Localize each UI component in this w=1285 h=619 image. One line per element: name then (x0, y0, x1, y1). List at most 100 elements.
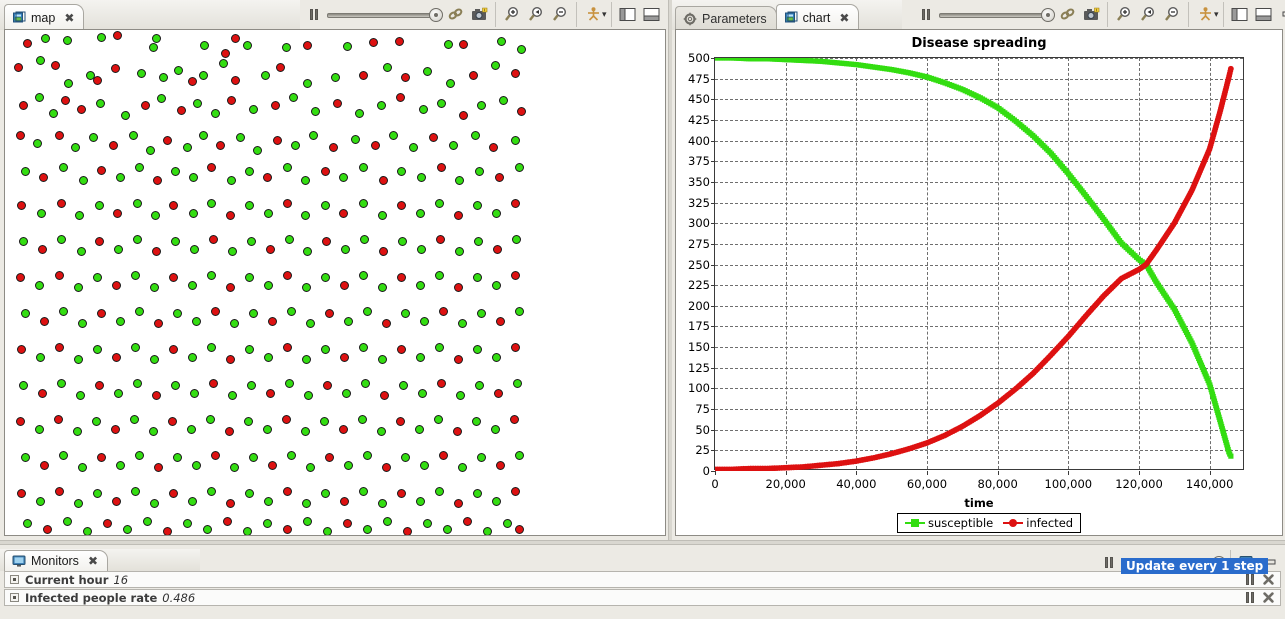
agent-dot[interactable] (416, 497, 425, 506)
agent-dot[interactable] (435, 199, 444, 208)
agent-dot[interactable] (219, 59, 228, 68)
agent-dot[interactable] (495, 173, 504, 182)
agent-dot[interactable] (358, 415, 367, 424)
agent-dot[interactable] (325, 453, 334, 462)
agent-dot[interactable] (37, 209, 46, 218)
agent-dot[interactable] (473, 345, 482, 354)
agent-dot[interactable] (359, 271, 368, 280)
agent-dot[interactable] (263, 519, 272, 528)
agent-dot[interactable] (116, 317, 125, 326)
agent-dot[interactable] (303, 247, 312, 256)
close-icon[interactable]: ✖ (64, 11, 74, 25)
agent-dot[interactable] (169, 273, 178, 282)
agent-dot[interactable] (75, 211, 84, 220)
agent-dot[interactable] (517, 107, 526, 116)
agent-dot[interactable] (515, 307, 524, 316)
agent-dot[interactable] (43, 525, 52, 534)
agent-dot[interactable] (247, 237, 256, 246)
agent-dot[interactable] (154, 463, 163, 472)
agent-dot[interactable] (398, 237, 407, 246)
agent-dot[interactable] (189, 173, 198, 182)
agent-dot[interactable] (137, 69, 146, 78)
agent-dot[interactable] (171, 167, 180, 176)
agent-dot[interactable] (417, 245, 426, 254)
agent-dot[interactable] (437, 99, 446, 108)
agent-dot[interactable] (114, 389, 123, 398)
tab-chart[interactable]: chart ✖ (775, 4, 860, 30)
agent-dot[interactable] (494, 389, 503, 398)
agent-dot[interactable] (93, 489, 102, 498)
agent-dot[interactable] (39, 173, 48, 182)
agent-dot[interactable] (21, 453, 30, 462)
agent-dot[interactable] (200, 41, 209, 50)
agent-dot[interactable] (228, 247, 237, 256)
agent-dot[interactable] (78, 463, 87, 472)
agent-dot[interactable] (19, 101, 28, 110)
agent-dot[interactable] (206, 415, 215, 424)
agent-dot[interactable] (287, 451, 296, 460)
agent-dot[interactable] (38, 245, 47, 254)
agent-dot[interactable] (396, 417, 405, 426)
agent-dot[interactable] (19, 237, 28, 246)
map-canvas[interactable] (5, 30, 665, 535)
agent-dot[interactable] (473, 489, 482, 498)
agent-dot[interactable] (190, 245, 199, 254)
agent-dot[interactable] (268, 461, 277, 470)
agent-dot[interactable] (36, 56, 45, 65)
agent-dot[interactable] (515, 163, 524, 172)
agent-dot[interactable] (511, 343, 520, 352)
agent-dot[interactable] (363, 525, 372, 534)
agent-dot[interactable] (96, 99, 105, 108)
agent-dot[interactable] (363, 307, 372, 316)
agent-dot[interactable] (322, 237, 331, 246)
agent-dot[interactable] (477, 453, 486, 462)
layout-bottom-button[interactable] (1252, 3, 1276, 26)
agent-dot[interactable] (243, 527, 252, 535)
agent-dot[interactable] (283, 271, 292, 280)
agent-dot[interactable] (444, 40, 453, 49)
agent-dot[interactable] (283, 343, 292, 352)
agent-dot[interactable] (159, 73, 168, 82)
agent-dot[interactable] (463, 517, 472, 526)
agent-dot[interactable] (339, 173, 348, 182)
agent-dot[interactable] (57, 379, 66, 388)
agent-dot[interactable] (359, 71, 368, 80)
agent-dot[interactable] (188, 497, 197, 506)
minimize-button[interactable] (1276, 3, 1285, 26)
agent-dot[interactable] (152, 391, 161, 400)
agent-dot[interactable] (190, 389, 199, 398)
agent-dot[interactable] (371, 141, 380, 150)
agent-dot[interactable] (378, 499, 387, 508)
agent-dot[interactable] (130, 415, 139, 424)
link-button[interactable] (1055, 3, 1079, 26)
agent-dot[interactable] (454, 355, 463, 364)
agent-dot[interactable] (492, 497, 501, 506)
agent-dot[interactable] (183, 519, 192, 528)
agent-dot[interactable] (437, 379, 446, 388)
agent-dot[interactable] (344, 461, 353, 470)
agent-dot[interactable] (64, 79, 73, 88)
agent-dot[interactable] (499, 96, 508, 105)
agent-dot[interactable] (57, 235, 66, 244)
agent-dot[interactable] (92, 417, 101, 426)
agent-dot[interactable] (343, 519, 352, 528)
agent-dot[interactable] (320, 417, 329, 426)
agent-dot[interactable] (443, 525, 452, 534)
agent-dot[interactable] (471, 131, 480, 140)
agent-dot[interactable] (192, 461, 201, 470)
pause-icon[interactable] (1246, 592, 1254, 603)
agent-dot[interactable] (23, 39, 32, 48)
agent-dot[interactable] (472, 417, 481, 426)
agent-dot[interactable] (401, 73, 410, 82)
agent-dot[interactable] (491, 61, 500, 70)
agent-dot[interactable] (379, 247, 388, 256)
agent-dot[interactable] (355, 109, 364, 118)
link-button[interactable] (443, 3, 467, 26)
agent-dot[interactable] (475, 381, 484, 390)
agent-dot[interactable] (321, 345, 330, 354)
agent-dot[interactable] (157, 94, 166, 103)
agent-dot[interactable] (35, 425, 44, 434)
agent-dot[interactable] (344, 317, 353, 326)
agent-dot[interactable] (227, 96, 236, 105)
agent-dot[interactable] (17, 345, 26, 354)
